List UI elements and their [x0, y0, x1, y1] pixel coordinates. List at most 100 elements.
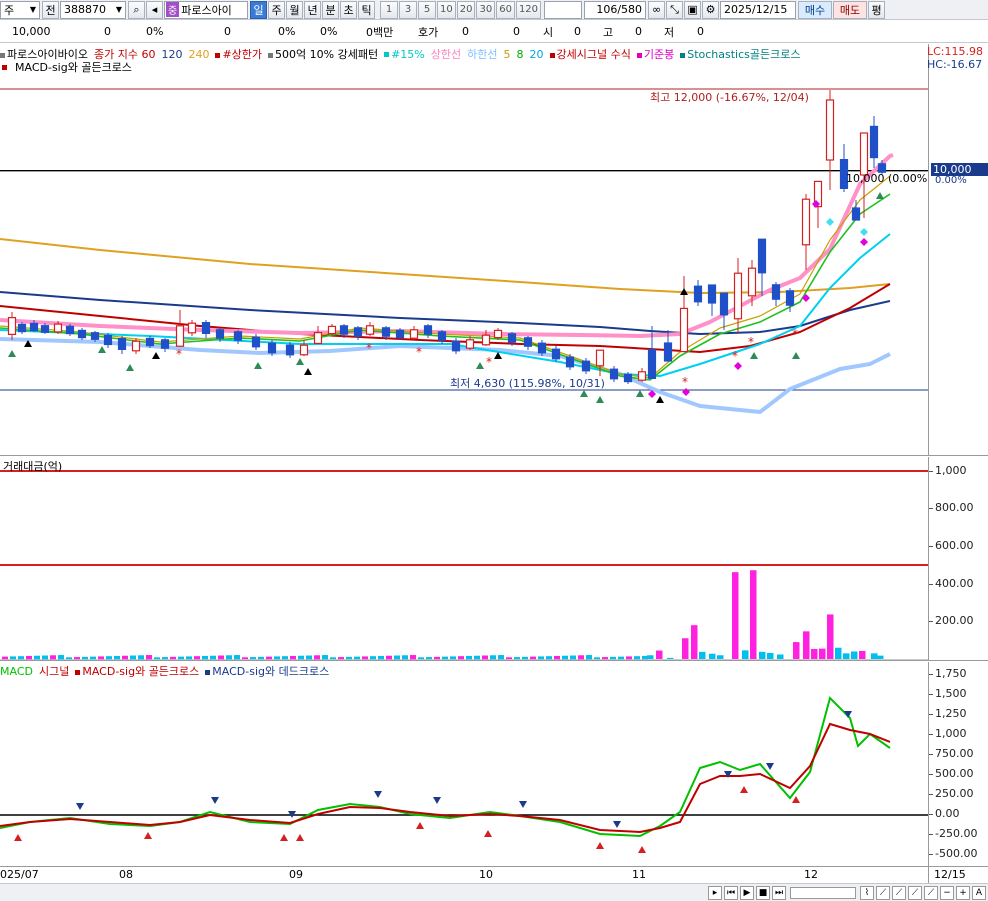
- tool-icon[interactable]: ⤡: [666, 0, 684, 19]
- date-field[interactable]: 2025/12/15: [720, 0, 797, 19]
- legend-square: [268, 52, 274, 58]
- candle-body: [381, 327, 391, 337]
- channel-tool-icon[interactable]: ⟋: [892, 885, 906, 900]
- first-icon[interactable]: ⏮: [724, 885, 738, 900]
- prev-button[interactable]: 전: [42, 0, 59, 19]
- interval-button[interactable]: 5: [418, 0, 436, 19]
- volume-yaxis[interactable]: 1,000 800.00 600.00 400.00 200.00: [928, 457, 988, 661]
- arrow-tool-icon[interactable]: ⟋: [924, 885, 938, 900]
- volume-bar: [634, 656, 640, 660]
- candle-body: [707, 284, 717, 304]
- volume-tick-label: 400.00: [929, 577, 974, 590]
- minus-icon[interactable]: −: [940, 885, 954, 900]
- draw-tool-icon[interactable]: ⌇: [860, 885, 874, 900]
- search-icon[interactable]: ⌕: [128, 0, 145, 19]
- period-button[interactable]: 분: [322, 0, 339, 19]
- period-button[interactable]: 월: [286, 0, 303, 19]
- legend-item[interactable]: MACD-sig와 데드크로스: [205, 663, 329, 679]
- volume-bar: [82, 656, 88, 660]
- stock-name-field[interactable]: 중 파로스아이: [164, 0, 248, 19]
- legend-item[interactable]: 하한선: [467, 46, 497, 62]
- candle-body: [565, 356, 575, 368]
- volume-bar: [282, 656, 288, 660]
- volume-bar: [570, 655, 576, 660]
- scroll-bar[interactable]: ▸ ⏮ ▶ ■ ⏭ ⌇ ⟋ ⟋ ⟋ ⟋ − + A: [0, 883, 988, 901]
- candle-body: [551, 348, 561, 360]
- price-chart[interactable]: * * * * * * * * 최고 12,000 (-16.67%, 12/04) 최저 4,6…: [0, 44, 932, 456]
- scroll-right-icon[interactable]: ▸: [708, 885, 722, 900]
- period-type-select[interactable]: 주 ▼: [0, 0, 40, 19]
- interval-button[interactable]: 1: [380, 0, 398, 19]
- interval-button[interactable]: 3: [399, 0, 417, 19]
- last-icon[interactable]: ⏭: [772, 885, 786, 900]
- speaker-icon[interactable]: ◂: [146, 0, 163, 19]
- volume-bar: [843, 653, 850, 659]
- interval-button[interactable]: 60: [496, 0, 515, 19]
- period-button[interactable]: 일: [250, 0, 267, 19]
- legend-item[interactable]: 20: [530, 48, 544, 61]
- eval-button[interactable]: 평: [868, 0, 886, 19]
- candle-body: [90, 332, 100, 340]
- legend-item[interactable]: Stochastics골든크로스: [680, 46, 800, 62]
- volume-tick-label: 1,000: [929, 464, 967, 477]
- legend-item[interactable]: 기준봉: [636, 46, 674, 62]
- save-icon[interactable]: ▣: [684, 0, 702, 19]
- interval-custom-input[interactable]: [544, 0, 583, 19]
- period-button[interactable]: 년: [304, 0, 321, 19]
- plus-icon[interactable]: +: [956, 885, 970, 900]
- legend-item[interactable]: 강세시그널 수식: [549, 46, 631, 62]
- volume-bar: [877, 655, 884, 659]
- stop-icon[interactable]: ■: [756, 885, 770, 900]
- stock-code-input[interactable]: 388870 ▼: [60, 0, 126, 19]
- price-yaxis[interactable]: LC:115.98 HC:-16.67 10,000 0.00%: [927, 44, 988, 456]
- sell-button[interactable]: 매도: [833, 0, 868, 19]
- legend-item[interactable]: 8: [517, 48, 524, 61]
- macd-chart[interactable]: [0, 662, 928, 866]
- page-count-field[interactable]: 106/580: [584, 0, 647, 19]
- candle-body: [423, 325, 433, 335]
- candle-body: [117, 338, 127, 351]
- legend-item[interactable]: MACD: [0, 665, 33, 678]
- legend-item[interactable]: 상한선: [431, 46, 461, 62]
- gear-icon[interactable]: ⚙: [702, 0, 720, 19]
- buy-button[interactable]: 매수: [798, 0, 833, 19]
- legend-item[interactable]: 240: [188, 48, 209, 61]
- legend-item[interactable]: MACD-sig와 골든크로스: [75, 663, 199, 679]
- interval-button[interactable]: 30: [476, 0, 496, 19]
- interval-button[interactable]: 10: [437, 0, 456, 19]
- volume-pane[interactable]: 거래대금(억): [0, 457, 928, 661]
- font-icon[interactable]: A: [972, 885, 986, 900]
- candle-body: [771, 284, 781, 300]
- legend-item[interactable]: #15%: [384, 48, 425, 61]
- legend-item[interactable]: 시그널: [39, 663, 69, 679]
- quote-open: 0: [574, 25, 581, 38]
- up-arrow-icon: [740, 786, 748, 793]
- volume-bar: [717, 655, 724, 659]
- interval-button[interactable]: 120: [515, 0, 542, 19]
- macd-yaxis[interactable]: 1,750 1,500 1,250 1,000 750.00 500.00 250.00 0.…: [928, 662, 988, 866]
- legend-item[interactable]: 120: [161, 48, 182, 61]
- fib-tool-icon[interactable]: ⟋: [908, 885, 922, 900]
- candle-body: [131, 340, 141, 352]
- zoom-slider[interactable]: [790, 886, 856, 899]
- legend-item[interactable]: #상한가: [215, 46, 262, 62]
- volume-bar: [362, 656, 368, 660]
- candle-body: [877, 163, 887, 173]
- period-button[interactable]: 주: [268, 0, 285, 19]
- legend-square: [205, 669, 211, 675]
- volume-bar: [202, 655, 208, 660]
- macd-pane[interactable]: MACD 시그널 MACD-sig와 골든크로스 MACD-sig와 데드크로스: [0, 662, 928, 866]
- volume-chart[interactable]: [0, 457, 928, 661]
- link-icon[interactable]: ∞: [648, 0, 666, 19]
- interval-button[interactable]: 20: [456, 0, 476, 19]
- line-tool-icon[interactable]: ⟋: [876, 885, 890, 900]
- volume-tick-label: 200.00: [929, 614, 974, 627]
- legend-item[interactable]: 5: [504, 48, 511, 61]
- play-icon[interactable]: ▶: [740, 885, 754, 900]
- period-button[interactable]: 초: [340, 0, 357, 19]
- price-pane[interactable]: * * * * * * * * 최고 12,000 (-16.67%, 12/04) 최저 4,6…: [0, 44, 932, 456]
- period-button[interactable]: 틱: [358, 0, 375, 19]
- volume-bar: [258, 656, 264, 660]
- volume-bar: [691, 625, 698, 659]
- legend-item[interactable]: 500억 10% 강세패턴: [268, 46, 378, 62]
